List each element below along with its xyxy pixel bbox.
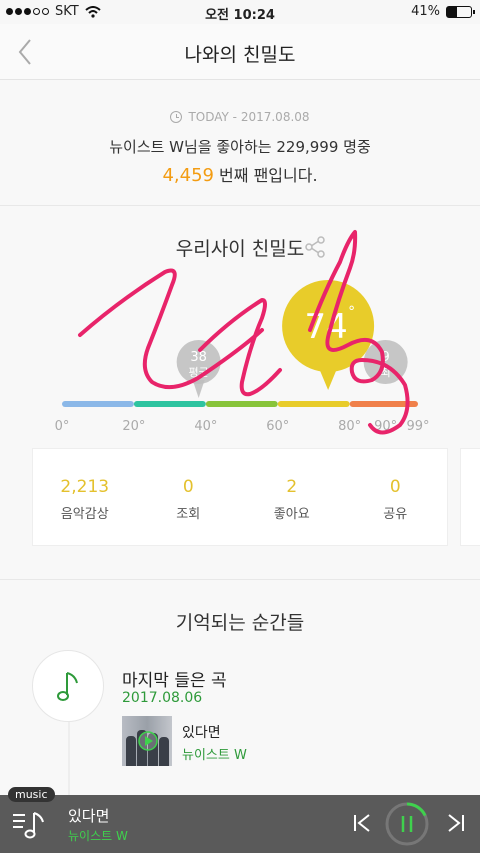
nav-bar: 나와의 친밀도 (0, 24, 480, 80)
intimacy-section: 우리사이 친밀도 38 평균 9 최 74 ° 0° 20° 40° 60° 80° 90… (0, 206, 480, 580)
today-date-row: TODAY - 2017.08.08 (0, 110, 480, 124)
gauge-segment (62, 401, 134, 407)
moments-title: 기억되는 순간들 (175, 612, 305, 634)
fan-rank-text: 4,459 번째 팬입니다. (0, 162, 480, 186)
stat-label: 음악감상 (60, 507, 109, 522)
music-tag: music (8, 787, 55, 802)
score-value: 74 (304, 307, 347, 347)
status-bar: SKT 오전 10:24 41% (0, 0, 480, 24)
play-icon[interactable] (138, 731, 158, 751)
player-title[interactable]: 있다면 (68, 805, 109, 826)
stat-label: 좋아요 (273, 507, 310, 522)
song-title[interactable]: 있다면 (182, 722, 221, 742)
next-icon[interactable] (444, 811, 468, 835)
gauge-tick-label: 0° (55, 419, 70, 434)
stat-value: 0 (389, 477, 401, 497)
song-artist[interactable]: 뉴이스트 W (182, 744, 247, 763)
stat-item: 2 좋아요 (240, 449, 344, 545)
stat-value: 2,213 (60, 477, 110, 497)
player-artist[interactable]: 뉴이스트 W (68, 827, 128, 844)
moment-date: 2017.08.06 (122, 690, 203, 706)
top-marker: 9 최 (363, 340, 408, 384)
gauge-tick-label: 90° (374, 419, 397, 434)
top-label: 최 (381, 366, 391, 379)
gauge-tick-label: 40° (194, 419, 217, 434)
svg-text:°: ° (348, 304, 355, 320)
average-label: 평균 (189, 366, 209, 379)
average-value: 38 (190, 350, 207, 365)
gauge-segment (133, 401, 206, 407)
top-value: 9 (381, 350, 389, 365)
gauge-tick-label: 20° (122, 419, 145, 434)
average-marker: 38 평균 (176, 340, 221, 398)
fan-rank-suffix: 번째 팬입니다. (213, 166, 318, 185)
battery-percent: 41% (411, 4, 440, 19)
stat-value: 2 (286, 477, 298, 497)
stats-card-next (460, 448, 480, 546)
music-note-badge (32, 650, 104, 722)
music-note-icon (57, 672, 78, 701)
moments-section: 기억되는 순간들 마지막 들은 곡 2017.08.06 있다면 뉴이스트 W (0, 580, 480, 808)
stat-label: 공유 (383, 507, 408, 522)
status-time: 오전 10:24 (205, 8, 275, 23)
gauge-tick-label: 99° (406, 419, 429, 434)
mini-player: music 있다면 뉴이스트 W (0, 787, 480, 853)
today-date: TODAY - 2017.08.08 (188, 110, 310, 124)
moment-label: 마지막 들은 곡 (122, 671, 227, 691)
battery-icon (446, 5, 475, 18)
pause-button[interactable] (384, 801, 430, 847)
fan-count-text: 뉴이스트 W님을 좋아하는 229,999 명중 (109, 138, 371, 156)
stat-item: 2,213 음악감상 (33, 449, 137, 545)
stat-item: 0 조회 (137, 449, 241, 545)
stat-value: 0 (182, 477, 194, 497)
gauge-segment (277, 401, 350, 407)
page-title: 나와의 친밀도 (184, 44, 296, 66)
today-section: TODAY - 2017.08.08 뉴이스트 W님을 좋아하는 229,999… (0, 80, 480, 206)
gauge-tick-label: 80° (338, 419, 361, 434)
clock-icon (170, 111, 183, 123)
stats-card: 2,213 음악감상 0 조회 2 좋아요 0 공유 (32, 448, 448, 546)
fan-rank: 4,459 (162, 165, 214, 186)
gauge-segment (205, 401, 278, 407)
playlist-icon[interactable] (10, 807, 48, 841)
stat-item: 0 공유 (344, 449, 448, 545)
album-art[interactable] (122, 716, 172, 766)
gauge-segment (349, 401, 418, 407)
previous-icon[interactable] (350, 811, 374, 835)
gauge-tick-label: 60° (266, 419, 289, 434)
intimacy-gauge: 38 평균 9 최 74 ° 0° 20° 40° 60° 80° 90° 99° (55, 280, 430, 434)
score-bubble: 74 ° (282, 280, 375, 390)
stat-label: 조회 (176, 507, 201, 522)
